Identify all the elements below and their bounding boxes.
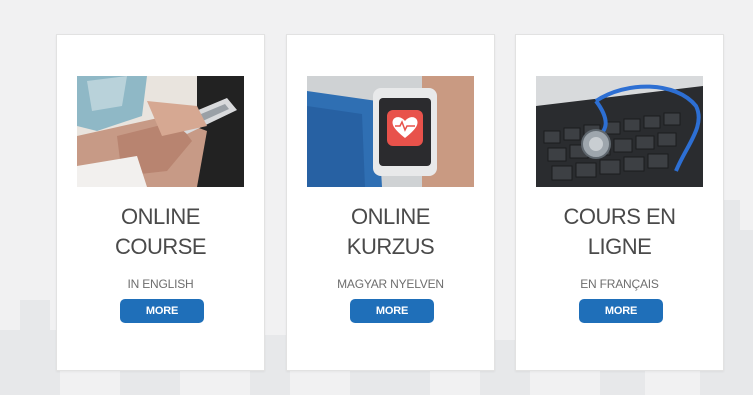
more-button[interactable]: MORE: [350, 299, 434, 323]
course-card-french: COURS EN LIGNE EN FRANÇAIS MORE: [515, 34, 724, 371]
course-card-hungarian: ONLINE KURZUS MAGYAR NYELVEN MORE: [286, 34, 495, 371]
course-language: MAGYAR NYELVEN: [337, 277, 444, 291]
course-cards: ONLINE COURSE IN ENGLISH MORE ONLINE KUR…: [0, 0, 753, 395]
course-title: ONLINE COURSE: [57, 202, 264, 262]
course-title-line2: LIGNE: [587, 234, 652, 259]
hands-phone-photo: [77, 76, 244, 187]
course-title-line1: ONLINE: [121, 204, 200, 229]
course-card-english: ONLINE COURSE IN ENGLISH MORE: [56, 34, 265, 371]
course-title: ONLINE KURZUS: [287, 202, 494, 262]
course-title-line1: ONLINE: [351, 204, 430, 229]
more-button[interactable]: MORE: [579, 299, 663, 323]
course-title-line2: COURSE: [114, 234, 207, 259]
stethoscope-keyboard-photo: [536, 76, 703, 187]
course-title: COURS EN LIGNE: [516, 202, 723, 262]
smartwatch-heart-photo: [307, 76, 474, 187]
course-language: IN ENGLISH: [127, 277, 194, 291]
more-button[interactable]: MORE: [120, 299, 204, 323]
course-title-line2: KURZUS: [346, 234, 435, 259]
course-title-line1: COURS EN: [563, 204, 676, 229]
course-language: EN FRANÇAIS: [580, 277, 659, 291]
